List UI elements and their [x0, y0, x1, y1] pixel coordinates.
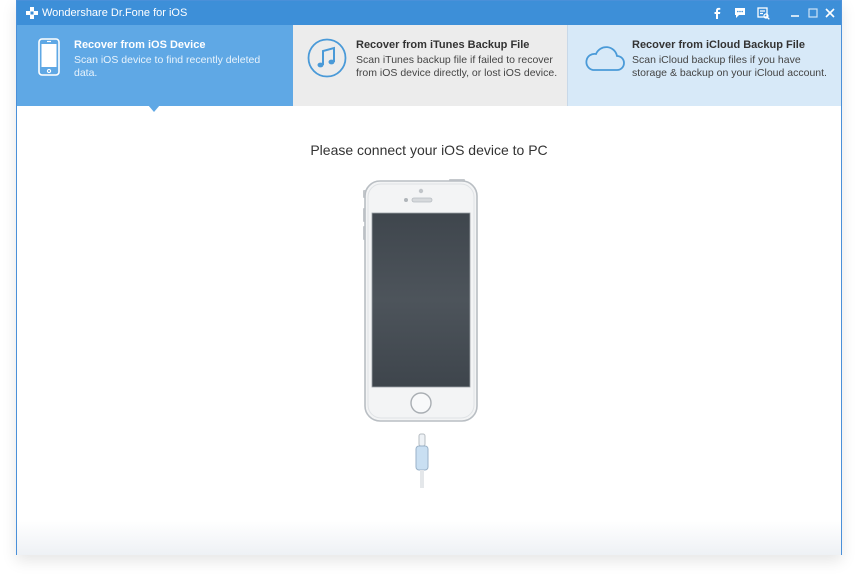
iphone-illustration [363, 179, 478, 422]
app-logo-icon [26, 7, 38, 19]
facebook-icon[interactable] [710, 6, 724, 20]
tab-title: Recover from iOS Device [74, 39, 206, 51]
register-icon[interactable] [756, 6, 770, 20]
cloud-icon [585, 46, 625, 71]
minimize-icon[interactable] [788, 6, 802, 20]
feedback-icon[interactable] [733, 6, 747, 20]
tab-title: Recover from iTunes Backup File [356, 39, 530, 51]
maximize-icon[interactable] [806, 6, 820, 20]
lightning-cable-icon [415, 433, 429, 488]
tab-recover-from-itunes-backup[interactable]: Recover from iTunes Backup File Scan iTu… [293, 25, 567, 106]
tab-recover-from-icloud-backup[interactable]: Recover from iCloud Backup File Scan iCl… [567, 25, 841, 106]
tab-description: Scan iOS device to find recently deleted… [74, 54, 261, 79]
app-window: Wondershare Dr.Fone for iOS Recover from… [16, 0, 842, 555]
title-bar: Wondershare Dr.Fone for iOS [17, 1, 841, 25]
music-note-icon [307, 38, 347, 78]
recovery-mode-tabs: Recover from iOS Device Scan iOS device … [17, 25, 841, 106]
tab-description: Scan iTunes backup file if failed to rec… [356, 54, 558, 79]
selected-tab-pointer [148, 105, 160, 112]
tab-title: Recover from iCloud Backup File [632, 39, 805, 51]
phone-icon [38, 38, 60, 76]
tab-description: Scan iCloud backup files if you have sto… [632, 54, 827, 79]
tab-recover-from-ios-device[interactable]: Recover from iOS Device Scan iOS device … [17, 25, 293, 106]
window-title: Wondershare Dr.Fone for iOS [42, 7, 188, 19]
footer-area [17, 521, 841, 555]
close-icon[interactable] [823, 6, 837, 20]
connect-device-prompt: Please connect your iOS device to PC [310, 142, 548, 158]
